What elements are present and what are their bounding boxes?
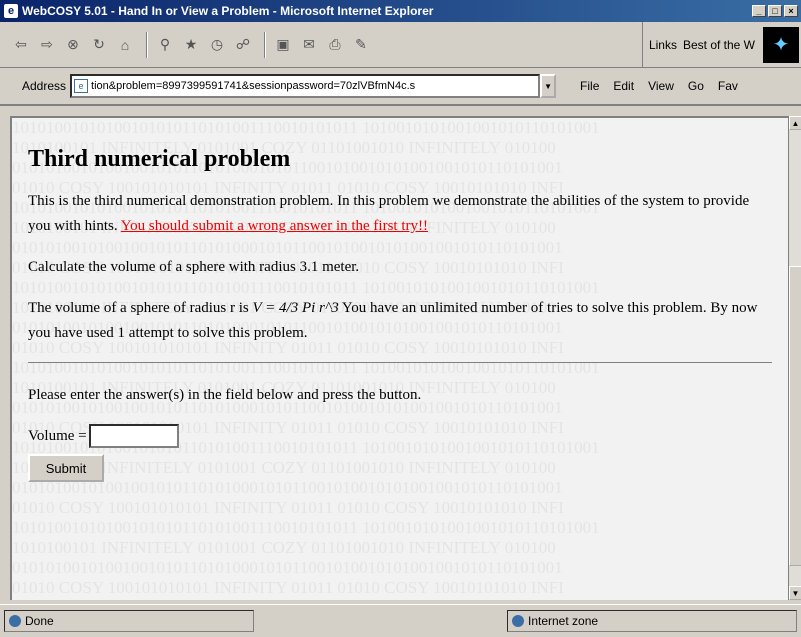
channels-icon[interactable]: ☍ — [232, 34, 254, 56]
links-bar: Links Best of the W ✦ — [641, 21, 801, 68]
menu-view[interactable]: View — [648, 79, 674, 93]
menu-edit[interactable]: Edit — [613, 79, 634, 93]
formula: V = 4/3 Pi r^3 — [252, 300, 339, 316]
submit-button[interactable]: Submit — [28, 454, 104, 482]
history-icon[interactable]: ◷ — [206, 34, 228, 56]
title-bar: e WebCOSY 5.01 - Hand In or View a Probl… — [0, 0, 801, 22]
back-icon[interactable]: ⇦ — [10, 34, 32, 56]
divider — [28, 362, 772, 363]
page-status-icon — [9, 615, 21, 627]
links-label[interactable]: Links — [649, 38, 677, 52]
formula-prefix: The volume of a sphere of radius r is — [28, 300, 253, 316]
minimize-button[interactable]: _ — [752, 5, 766, 17]
pattern-line: 01010 COSY 100101010101 INFINITY 01011 0… — [12, 498, 564, 517]
home-icon[interactable]: ⌂ — [114, 34, 136, 56]
search-icon[interactable]: ⚲ — [154, 34, 176, 56]
status-text: Done — [25, 614, 54, 628]
windows-logo-icon: ✦ — [763, 26, 799, 63]
scroll-thumb[interactable] — [789, 266, 801, 566]
volume-input[interactable] — [88, 424, 179, 448]
stop-icon[interactable]: ⊗ — [62, 34, 84, 56]
edit-icon[interactable]: ✎ — [350, 34, 372, 56]
zone-text: Internet zone — [528, 614, 599, 628]
volume-row: Volume = — [28, 424, 772, 448]
standard-toolbar: ⇦ ⇨ ⊗ ↻ ⌂ ⚲ ★ ◷ ☍ ▣ ✉ ⎙ ✎ Links Best of … — [0, 21, 801, 68]
best-of-web-link[interactable]: Best of the W — [683, 38, 755, 52]
page-content: 1010100101010010101011010100111001010101… — [10, 116, 788, 600]
pattern-line: 01010 COSY 100101010101 INFINITY 01011 0… — [12, 578, 564, 597]
scroll-down-icon[interactable]: ▼ — [789, 586, 801, 600]
task-text: Calculate the volume of a sphere with ra… — [28, 259, 360, 275]
page-title: Third numerical problem — [28, 146, 291, 172]
favorites-icon[interactable]: ★ — [180, 34, 202, 56]
hint-link[interactable]: You should submit a wrong answer in the … — [121, 218, 428, 234]
close-button[interactable]: × — [784, 5, 798, 17]
ie-window-icon: e — [4, 4, 18, 18]
menu-favorites[interactable]: Fav — [718, 79, 738, 93]
page-icon: e — [74, 79, 89, 93]
instruction-text: Please enter the answer(s) in the field … — [28, 387, 422, 403]
internet-zone-icon — [512, 615, 524, 627]
formula-paragraph: The volume of a sphere of radius r is V … — [28, 296, 772, 346]
address-bar: Address e tion&problem=8997399591741&ses… — [0, 68, 801, 106]
pattern-line: 1010100101 INFINITELY 0101001 COZY 01101… — [12, 538, 556, 557]
address-label: Address — [22, 79, 67, 93]
menu-file[interactable]: File — [580, 79, 599, 93]
toolbar-separator — [146, 31, 148, 58]
status-panel: Done — [4, 610, 254, 632]
refresh-icon[interactable]: ↻ — [88, 34, 110, 56]
pattern-line: 1010100101010010101011010100111001010101… — [12, 518, 600, 537]
window-title: WebCOSY 5.01 - Hand In or View a Problem… — [22, 4, 434, 18]
fullscreen-icon[interactable]: ▣ — [272, 34, 294, 56]
address-url: tion&problem=8997399591741&sessionpasswo… — [91, 80, 416, 92]
address-dropdown-button[interactable]: ▼ — [540, 74, 557, 98]
address-input[interactable]: e tion&problem=8997399591741&sessionpass… — [70, 74, 541, 98]
menu-go[interactable]: Go — [688, 79, 704, 93]
status-bar: Done Internet zone — [0, 604, 801, 637]
mail-icon[interactable]: ✉ — [298, 34, 320, 56]
zone-panel: Internet zone — [507, 610, 797, 632]
maximize-button[interactable]: □ — [768, 5, 782, 17]
forward-icon[interactable]: ⇨ — [36, 34, 58, 56]
print-icon[interactable]: ⎙ — [324, 34, 346, 56]
menu-bar: File Edit View Go Fav — [580, 79, 738, 93]
vertical-scrollbar[interactable]: ▲ ▼ — [788, 116, 801, 600]
toolbar-separator — [264, 31, 266, 58]
pattern-line: 0101010010100100101011010100010101100101… — [12, 558, 563, 577]
volume-label: Volume = — [28, 427, 87, 444]
intro-text: This is the third numerical demonstratio… — [28, 189, 772, 239]
scroll-up-icon[interactable]: ▲ — [789, 116, 801, 130]
